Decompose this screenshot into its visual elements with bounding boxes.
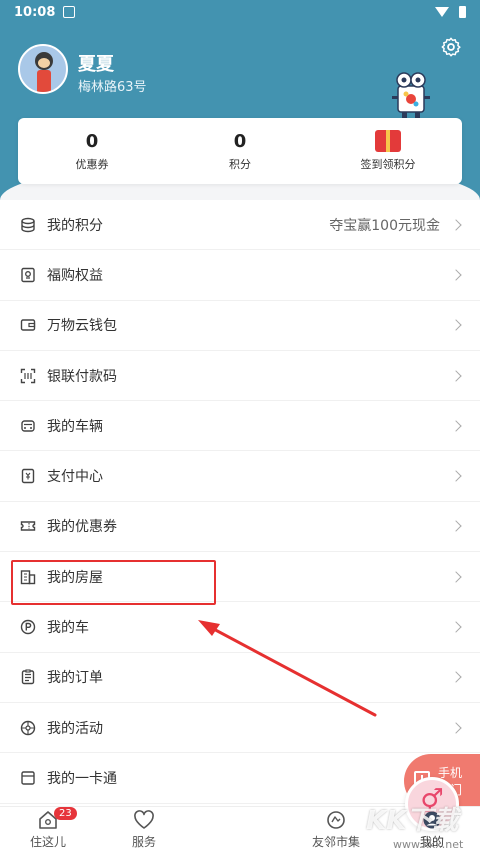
highlight-box: [11, 560, 216, 605]
wallet-icon: [20, 319, 36, 331]
menu-label: 福购权益: [47, 267, 103, 284]
mascot-icon: [392, 72, 430, 118]
ticket-icon: [20, 521, 36, 532]
menu-label: 我的车辆: [47, 418, 103, 435]
menu-item-vehicles[interactable]: 我的车辆: [0, 401, 480, 452]
gift-icon: [375, 130, 401, 152]
coupons-label: 优惠券: [75, 157, 109, 171]
menu-item-benefits[interactable]: 福购权益: [0, 250, 480, 301]
battery-icon: [459, 6, 466, 18]
benefit-icon: [21, 267, 35, 283]
menu-item-wallet[interactable]: 万物云钱包: [0, 301, 480, 351]
annotation-arrow-icon: [198, 620, 377, 717]
points-label: 积分: [229, 157, 251, 171]
menu-item-coupons[interactable]: 我的优惠券: [0, 502, 480, 553]
chevron-right-icon: [450, 420, 462, 432]
market-icon: [327, 811, 345, 829]
chevron-right-icon: [450, 319, 462, 331]
menu-label: 银联付款码: [47, 368, 117, 385]
tab-center[interactable]: ⚥: [192, 777, 459, 855]
watermark-logo: KK下载: [366, 806, 459, 836]
tab-label: 住这儿: [29, 835, 66, 849]
stat-points[interactable]: 0 积分: [166, 118, 314, 184]
user-name[interactable]: 夏夏: [78, 50, 114, 76]
menu-item-points[interactable]: 我的积分 夺宝赢100元现金: [0, 200, 480, 251]
checkin-label: 签到领积分: [360, 158, 416, 171]
menu-item-payment-center[interactable]: 支付中心: [0, 451, 480, 502]
payment-icon: [21, 468, 35, 484]
parking-icon: [20, 619, 36, 635]
tab-label: 服务: [131, 835, 156, 849]
menu-label: 我的积分: [47, 217, 103, 234]
menu-label: 我的车: [47, 620, 89, 637]
wifi-icon: [435, 7, 449, 17]
settings-gear-icon[interactable]: [440, 36, 462, 58]
status-right: [435, 6, 466, 18]
chevron-right-icon: [450, 571, 462, 583]
order-icon: [21, 669, 35, 685]
heart-icon: [134, 810, 154, 829]
menu-item-unionpay[interactable]: 银联付款码: [0, 351, 480, 402]
stat-coupons[interactable]: 0 优惠券: [18, 118, 166, 184]
stat-checkin[interactable]: 签到领积分: [314, 118, 462, 184]
tab-live-here[interactable]: 23 住这儿: [0, 807, 96, 855]
status-time: 10:08: [14, 4, 56, 20]
menu-label: 我的订单: [47, 670, 103, 687]
car-icon: [21, 420, 35, 432]
card-icon: [21, 771, 35, 785]
coins-icon: [21, 217, 35, 232]
user-address[interactable]: 梅林路63号: [78, 76, 147, 95]
chevron-right-icon: [450, 621, 462, 633]
tab-services[interactable]: 服务: [96, 807, 192, 855]
chevron-right-icon: [450, 520, 462, 533]
chevron-right-icon: [450, 671, 462, 683]
notification-badge: 23: [54, 807, 77, 820]
tab-label: 友邻市集: [311, 835, 360, 849]
menu-label: 我的优惠券: [47, 519, 117, 536]
chevron-right-icon: [450, 369, 462, 382]
menu-label: 支付中心: [47, 469, 103, 486]
activity-icon: [20, 720, 36, 735]
points-count: 0: [233, 130, 247, 152]
menu-label: 万物云钱包: [47, 318, 117, 335]
scan-code-icon: [20, 368, 36, 383]
chevron-right-icon: [450, 470, 462, 482]
chevron-right-icon: [450, 218, 462, 231]
menu-label: 我的活动: [47, 720, 103, 737]
notification-icon: [63, 6, 76, 18]
menu-label: 我的一卡通: [47, 770, 117, 787]
watermark-url: www.kkx.net: [393, 838, 464, 851]
status-bar: 10:08: [0, 0, 480, 24]
coupons-count: 0: [85, 130, 99, 152]
stats-card: 0 优惠券 0 积分 签到领积分: [18, 118, 462, 184]
chevron-right-icon: [450, 721, 462, 734]
chevron-right-icon: [450, 269, 462, 281]
menu-extra: 夺宝赢100元现金: [329, 217, 440, 234]
avatar[interactable]: [18, 44, 68, 94]
